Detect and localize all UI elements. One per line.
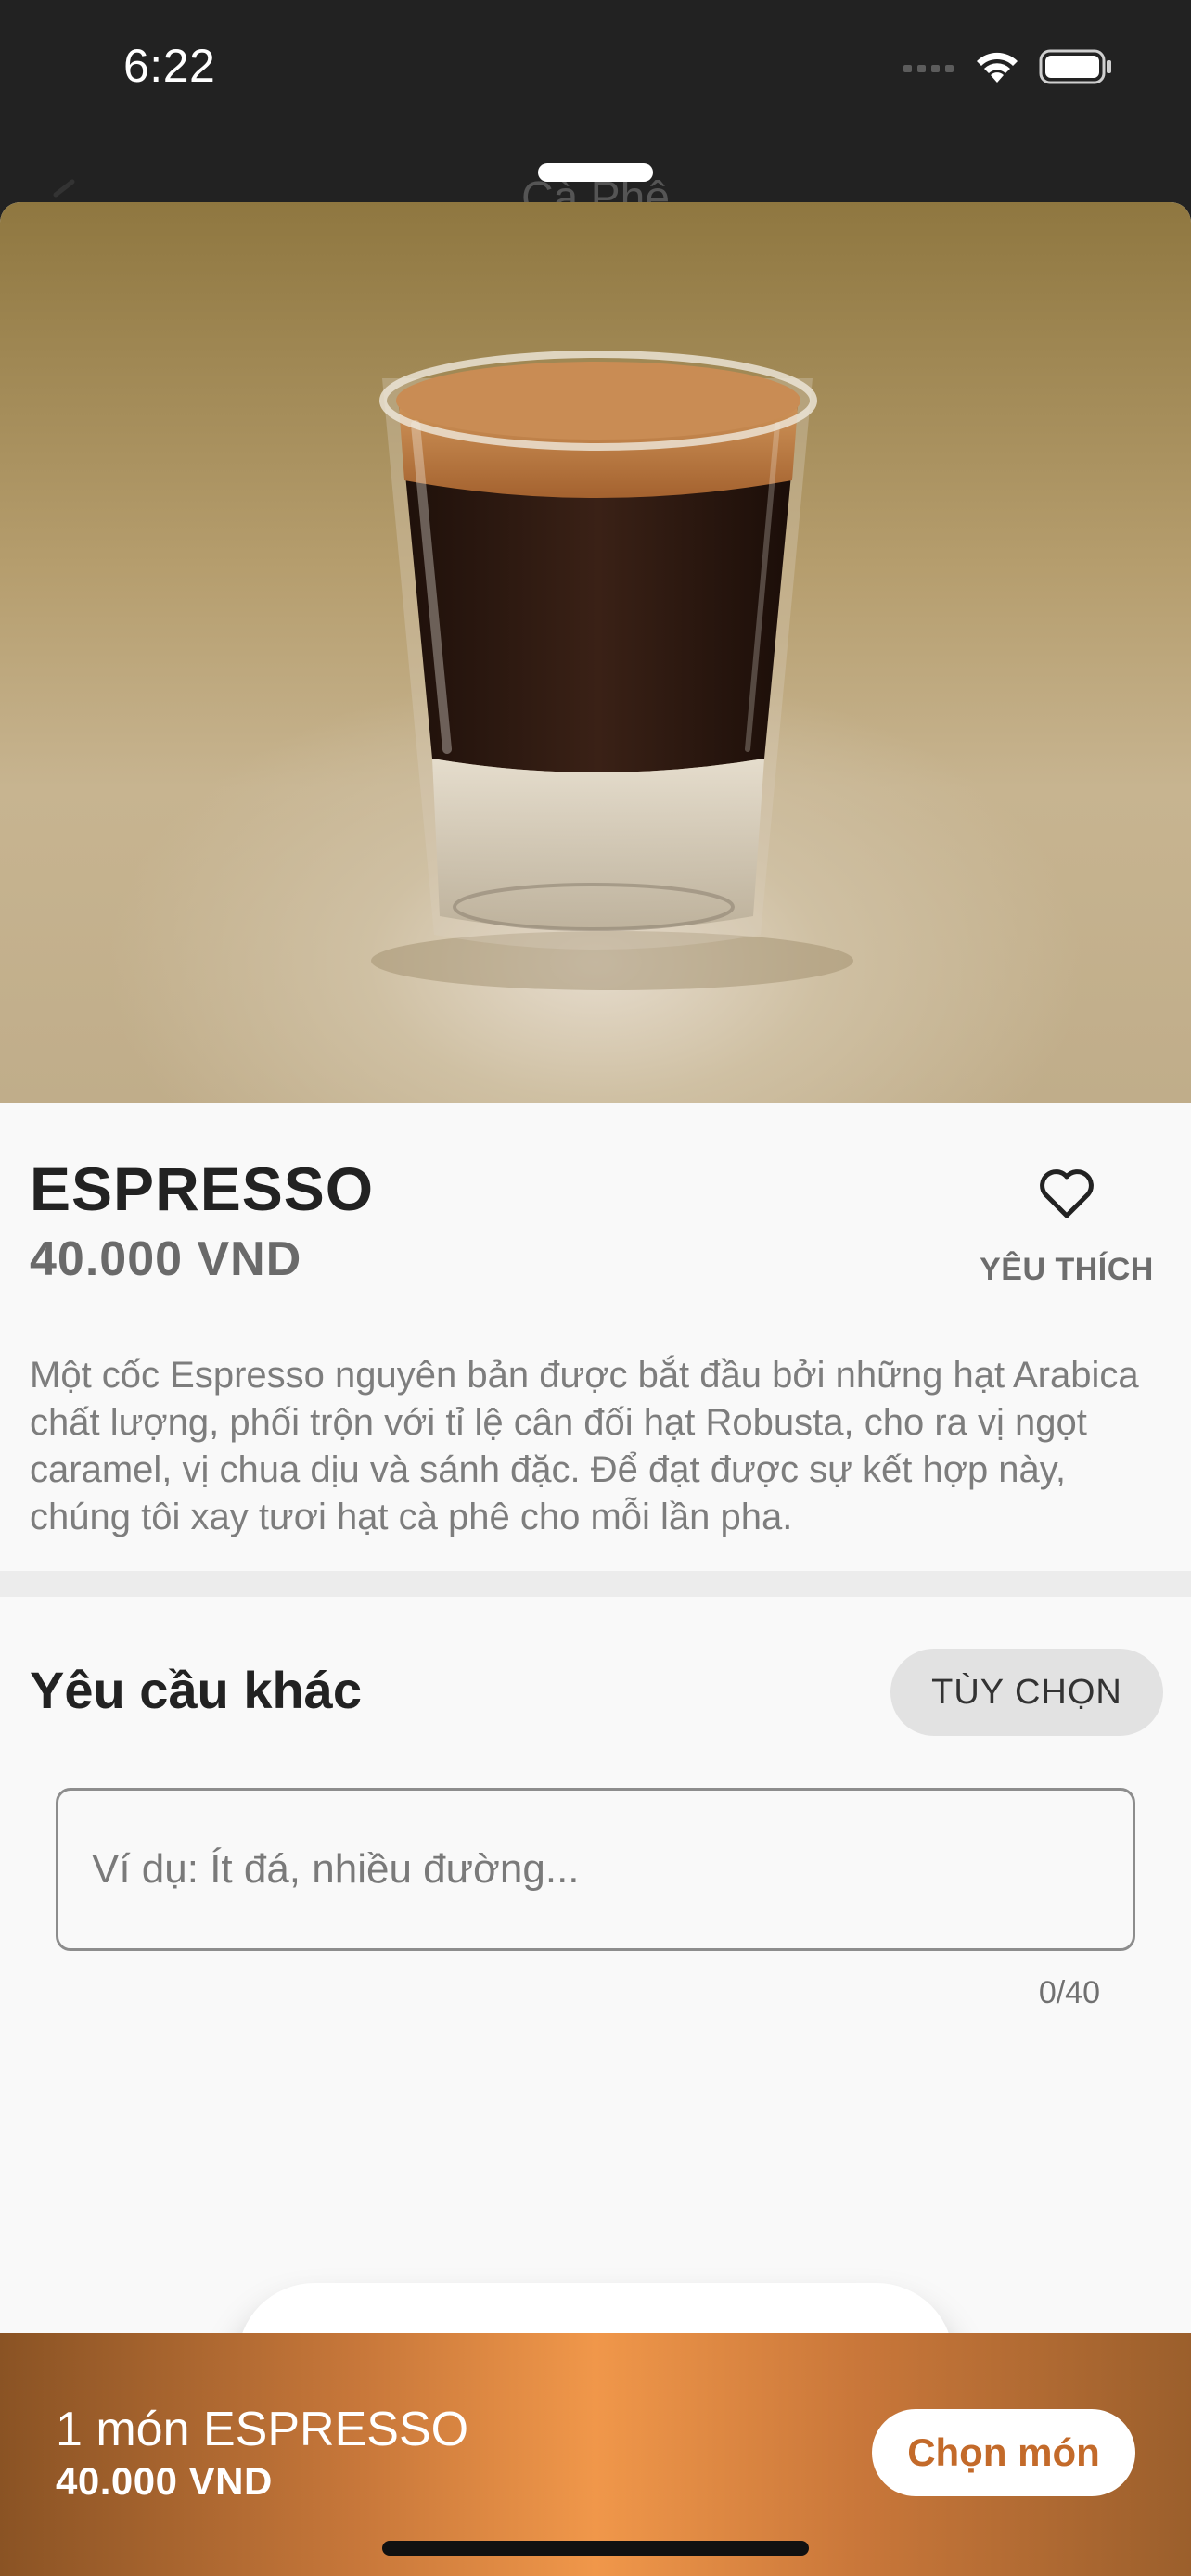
- note-field[interactable]: [56, 1788, 1135, 1951]
- product-price: 40.000 VND: [30, 1232, 302, 1286]
- cellular-signal-icon: [903, 65, 954, 72]
- other-requests-title: Yêu cầu khác: [30, 1661, 362, 1719]
- product-detail-sheet: ESPRESSO 40.000 VND YÊU THÍCH Một cốc Es…: [0, 202, 1191, 2576]
- wifi-icon: [977, 52, 1018, 83]
- product-description: Một cốc Espresso nguyên bản được bắt đầu…: [30, 1355, 1139, 1537]
- options-button[interactable]: TÙY CHỌN: [890, 1649, 1163, 1736]
- sheet-grabber[interactable]: [538, 163, 653, 182]
- favorite-label: YÊU THÍCH: [980, 1252, 1154, 1287]
- battery-icon: [1039, 49, 1111, 84]
- section-divider: [0, 1571, 1191, 1597]
- note-char-counter: 0/40: [1038, 1975, 1100, 2010]
- product-name: ESPRESSO: [30, 1154, 375, 1223]
- status-icons: [903, 46, 1113, 87]
- status-time: 6:22: [123, 40, 216, 92]
- espresso-glass-image: [371, 351, 853, 990]
- cart-summary: 1 món ESPRESSO: [56, 2403, 469, 2456]
- heart-icon: [1040, 1169, 1094, 1218]
- favorite-button[interactable]: YÊU THÍCH: [955, 1165, 1178, 1288]
- home-indicator: [382, 2541, 809, 2556]
- product-image: [0, 202, 1191, 1103]
- cart-total: 40.000 VND: [56, 2459, 273, 2503]
- note-input[interactable]: [92, 1837, 1094, 1902]
- choose-item-button[interactable]: Chọn món: [872, 2409, 1135, 2496]
- status-bar: 6:22: [0, 0, 1191, 139]
